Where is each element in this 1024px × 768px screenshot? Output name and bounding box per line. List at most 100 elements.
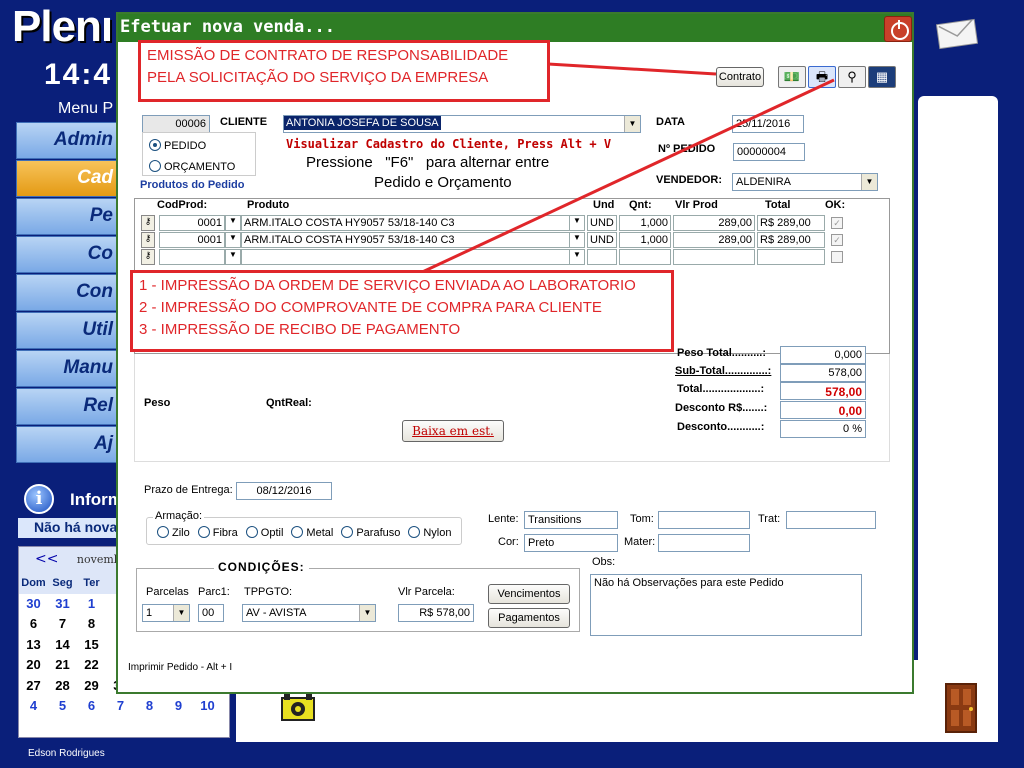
cell-codprod[interactable] [159, 249, 225, 265]
chevron-down-icon[interactable]: ▼ [624, 116, 640, 132]
pagamentos-button[interactable]: Pagamentos [488, 608, 570, 628]
radio-nylon[interactable]: Nylon [408, 526, 451, 539]
menu-item-ajuda[interactable]: Aj [16, 426, 118, 463]
menu-item-manutencao[interactable]: Manu [16, 350, 118, 387]
table-row[interactable]: ⚷ ▼ ▼ [141, 249, 865, 265]
chevron-down-icon[interactable]: ▼ [861, 174, 877, 190]
printer-icon[interactable]: 🖶 [808, 66, 836, 88]
key-icon[interactable]: ⚷ [141, 215, 155, 231]
chevron-down-icon[interactable]: ▼ [569, 232, 585, 248]
mail-icon[interactable] [936, 18, 978, 50]
vencimentos-button[interactable]: Vencimentos [488, 584, 570, 604]
calendar-day[interactable]: 8 [135, 696, 164, 717]
baixa-estoque-button[interactable]: Baixa em est. [402, 420, 504, 442]
table-row[interactable]: ⚷ 0001 ▼ ARM.ITALO COSTA HY9057 53/18-14… [141, 215, 865, 231]
menu-item-relatorios[interactable]: Rel [16, 388, 118, 425]
cell-codprod[interactable]: 0001 [159, 215, 225, 231]
calendar-day[interactable]: 4 [19, 696, 48, 717]
money-icon[interactable]: 💵 [778, 66, 806, 88]
calendar-day[interactable]: 6 [77, 696, 106, 717]
contract-button[interactable]: Contrato [716, 67, 764, 87]
menu-item-consultas[interactable]: Co [16, 236, 118, 273]
parcelas-combo[interactable]: 1 ▼ [142, 604, 190, 622]
cell-vlrprod[interactable]: 289,00 [673, 215, 755, 231]
cell-produto[interactable]: ARM.ITALO COSTA HY9057 53/18-140 C3 [241, 215, 585, 231]
cell-qnt[interactable] [619, 249, 671, 265]
close-icon[interactable] [884, 16, 912, 42]
cliente-combo[interactable]: ANTONIA JOSEFA DE SOUSA ▼ [283, 115, 641, 133]
calendar-day[interactable]: 28 [48, 676, 77, 697]
radio-metal[interactable]: Metal [291, 526, 333, 539]
calendar-day[interactable]: 1 [77, 594, 106, 615]
calendar-day[interactable]: 8 [77, 614, 106, 635]
calendar-day[interactable]: 29 [77, 676, 106, 697]
chevron-down-icon[interactable]: ▼ [359, 605, 375, 621]
desconto-field[interactable]: 0 % [780, 420, 866, 438]
radio-orcamento[interactable]: ORÇAMENTO [149, 160, 235, 173]
calendar-day[interactable]: 27 [19, 676, 48, 697]
cell-vlrprod[interactable]: 289,00 [673, 232, 755, 248]
chevron-down-icon[interactable]: ▼ [225, 232, 241, 248]
calendar-day[interactable]: 30 [19, 594, 48, 615]
calendar-day[interactable]: 22 [77, 655, 106, 676]
calendar-day[interactable]: 20 [19, 655, 48, 676]
exit-door-icon[interactable] [944, 682, 978, 734]
obs-textarea[interactable]: Não há Observações para este Pedido [590, 574, 862, 636]
parc1-field[interactable]: 00 [198, 604, 224, 622]
key-icon[interactable]: ⚷ [141, 249, 155, 265]
menu-item-cadastro[interactable]: Cad [16, 160, 118, 197]
cor-field[interactable]: Preto [524, 534, 618, 552]
calendar-day[interactable]: 13 [19, 635, 48, 656]
mater-field[interactable] [658, 534, 750, 552]
calendar-day[interactable]: 6 [19, 614, 48, 635]
radio-fibra[interactable]: Fibra [197, 526, 238, 539]
key-icon[interactable]: ⚷ [141, 232, 155, 248]
cell-produto[interactable]: ARM.ITALO COSTA HY9057 53/18-140 C3 [241, 232, 585, 248]
menu-item-utilitarios[interactable]: Util [16, 312, 118, 349]
menu-item-pedidos[interactable]: Pe [16, 198, 118, 235]
cell-produto[interactable] [241, 249, 585, 265]
calendar-day[interactable]: 21 [48, 655, 77, 676]
cell-qnt[interactable]: 1,000 [619, 232, 671, 248]
trat-field[interactable] [786, 511, 876, 529]
table-row[interactable]: ⚷ 0001 ▼ ARM.ITALO COSTA HY9057 53/18-14… [141, 232, 865, 248]
calendar-prev-button[interactable]: << [35, 551, 58, 567]
menu-item-contas[interactable]: Con [16, 274, 118, 311]
vendedor-combo[interactable]: ALDENIRA ▼ [732, 173, 878, 191]
ok-checkbox[interactable]: ✓ [831, 234, 843, 246]
lente-field[interactable]: Transitions [524, 511, 618, 529]
settings-gear-icon[interactable] [278, 690, 318, 726]
cell-und[interactable]: UND [587, 232, 617, 248]
cell-qnt[interactable]: 1,000 [619, 215, 671, 231]
desconto-rs-field[interactable]: 0,00 [780, 401, 866, 419]
cell-vlrprod[interactable] [673, 249, 755, 265]
cell-und[interactable] [587, 249, 617, 265]
radio-pedido[interactable]: PEDIDO [149, 139, 206, 152]
binoculars-icon[interactable]: ⚲ [838, 66, 866, 88]
radio-parafuso[interactable]: Parafuso [341, 526, 400, 539]
chevron-down-icon[interactable]: ▼ [569, 215, 585, 231]
tppgto-combo[interactable]: AV - AVISTA ▼ [242, 604, 376, 622]
calendar-day[interactable]: 14 [48, 635, 77, 656]
cell-codprod[interactable]: 0001 [159, 232, 225, 248]
calendar-day[interactable]: 5 [48, 696, 77, 717]
ok-checkbox[interactable] [831, 251, 843, 263]
calendar-day[interactable]: 31 [48, 594, 77, 615]
menu-item-admin[interactable]: Admin [16, 122, 118, 159]
chevron-down-icon[interactable]: ▼ [225, 249, 241, 265]
chevron-down-icon[interactable]: ▼ [173, 605, 189, 621]
chevron-down-icon[interactable]: ▼ [569, 249, 585, 265]
radio-optil[interactable]: Optil [245, 526, 283, 539]
prazo-field[interactable]: 08/12/2016 [236, 482, 332, 500]
calendar-day[interactable]: 9 [164, 696, 193, 717]
data-field[interactable]: 25/11/2016 [732, 115, 804, 133]
tom-field[interactable] [658, 511, 750, 529]
calculator-icon[interactable]: ▦ [868, 66, 896, 88]
cell-und[interactable]: UND [587, 215, 617, 231]
calendar-day[interactable]: 7 [48, 614, 77, 635]
radio-zilo[interactable]: Zilo [157, 526, 190, 539]
calendar-day[interactable]: 15 [77, 635, 106, 656]
chevron-down-icon[interactable]: ▼ [225, 215, 241, 231]
calendar-day[interactable]: 7 [106, 696, 135, 717]
ok-checkbox[interactable]: ✓ [831, 217, 843, 229]
